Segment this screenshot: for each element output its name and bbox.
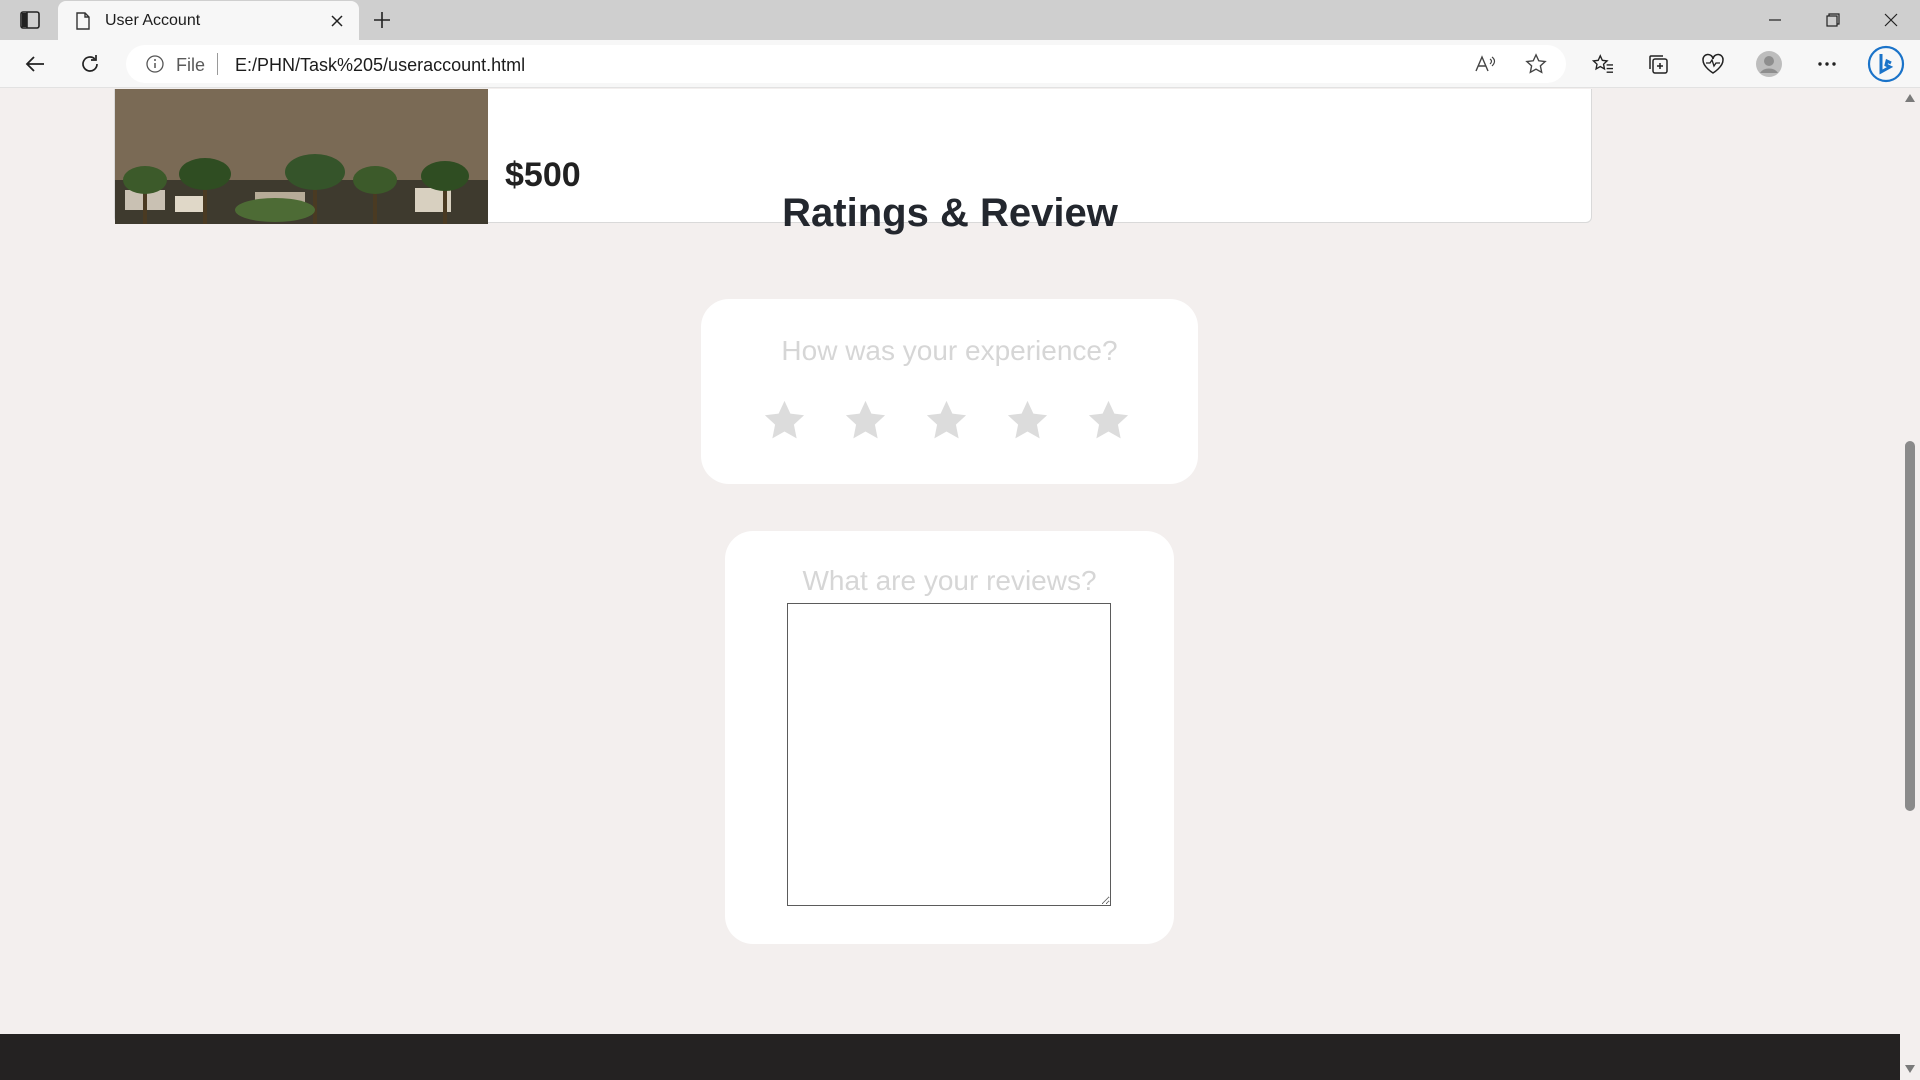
scroll-thumb[interactable]: [1905, 441, 1915, 811]
star-4-icon[interactable]: [1004, 397, 1051, 444]
review-textarea[interactable]: [787, 603, 1111, 906]
favorites-icon[interactable]: [1588, 50, 1618, 78]
more-icon[interactable]: [1812, 50, 1842, 78]
rating-card: How was your experience?: [701, 299, 1198, 484]
scheme-label: File: [176, 55, 206, 75]
info-icon[interactable]: [146, 55, 164, 73]
address-bar[interactable]: File E:/PHN/Task%205/useraccount.html: [126, 45, 1566, 83]
refresh-icon[interactable]: [75, 50, 105, 78]
page-scrollbar[interactable]: [1900, 89, 1920, 1080]
profile-icon[interactable]: [1754, 50, 1784, 78]
collections-icon[interactable]: [1643, 50, 1673, 78]
restore-icon[interactable]: [1811, 6, 1855, 34]
sidebar-toggle-icon[interactable]: [18, 10, 42, 30]
star-1-icon[interactable]: [761, 397, 808, 444]
star-3-icon[interactable]: [923, 397, 970, 444]
star-5-icon[interactable]: [1085, 397, 1132, 444]
browser-toolbar: File E:/PHN/Task%205/useraccount.html: [0, 40, 1920, 88]
star-2-icon[interactable]: [842, 397, 889, 444]
page-icon: [74, 11, 92, 31]
minimize-icon[interactable]: [1753, 6, 1797, 34]
footer: [0, 1034, 1900, 1080]
address-separator: [217, 53, 218, 75]
review-question: What are your reviews?: [802, 565, 1097, 596]
bing-chat-icon[interactable]: [1866, 44, 1906, 84]
star-icon[interactable]: [1524, 53, 1548, 75]
plus-icon[interactable]: [370, 8, 394, 32]
star-rating: [761, 397, 1132, 444]
close-icon[interactable]: [326, 10, 348, 32]
booking-price: $500: [505, 156, 581, 194]
browser-essentials-icon[interactable]: [1698, 50, 1728, 78]
url-text[interactable]: E:/PHN/Task%205/useraccount.html: [235, 55, 525, 76]
page-content: $500 Ratings & Review How was your exper…: [0, 89, 1900, 1080]
active-tab[interactable]: User Account: [58, 1, 359, 40]
tab-title: User Account: [105, 12, 201, 29]
review-card: What are your reviews?: [725, 531, 1174, 944]
back-arrow-icon[interactable]: [20, 50, 50, 78]
tab-strip: User Account: [0, 0, 1920, 40]
window-close-icon[interactable]: [1869, 6, 1913, 34]
scroll-up-arrow-icon[interactable]: [1904, 93, 1916, 103]
scroll-down-arrow-icon[interactable]: [1904, 1064, 1916, 1074]
read-aloud-icon[interactable]: [1474, 53, 1498, 75]
rating-question: How was your experience?: [781, 335, 1118, 366]
section-title: Ratings & Review: [782, 191, 1118, 235]
